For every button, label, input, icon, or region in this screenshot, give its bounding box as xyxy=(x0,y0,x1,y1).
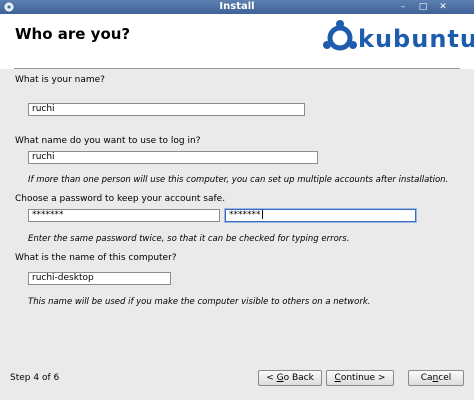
computer-name-hint: This name will be used if you make the c… xyxy=(28,297,371,307)
text-caret xyxy=(261,210,263,219)
back-mnemonic: G xyxy=(276,373,284,383)
title-bar[interactable]: Install – □ ✕ xyxy=(0,0,474,14)
kubuntu-logo-icon xyxy=(323,20,357,51)
step-indicator: Step 4 of 6 xyxy=(10,373,60,383)
login-field[interactable]: ruchi xyxy=(28,151,318,164)
minimize-button[interactable]: – xyxy=(398,2,408,12)
computer-name-label: What is the name of this computer? xyxy=(15,253,177,263)
cancel-label-start: Ca xyxy=(420,373,433,383)
password-field[interactable]: ******* xyxy=(28,209,220,222)
maximize-button[interactable]: □ xyxy=(418,2,428,12)
page-title: Who are you? xyxy=(15,25,131,43)
password-label: Choose a password to keep your account s… xyxy=(15,194,226,204)
password-confirm-text: ******* xyxy=(229,210,261,220)
close-button[interactable]: ✕ xyxy=(438,2,448,12)
go-back-button[interactable]: < Go Back xyxy=(258,370,322,386)
back-label: o Back xyxy=(283,373,314,383)
continue-button[interactable]: Continue > xyxy=(326,370,394,386)
password-confirm-field[interactable]: ******* xyxy=(225,209,416,222)
computer-name-field[interactable]: ruchi-desktop xyxy=(28,272,171,285)
name-label: What is your name? xyxy=(15,75,105,85)
continue-label: ontinue xyxy=(340,373,376,383)
cancel-button[interactable]: Cancel xyxy=(408,370,464,386)
cancel-label-end: cel xyxy=(438,373,452,383)
name-field[interactable]: ruchi xyxy=(28,103,305,116)
header-divider xyxy=(14,68,460,69)
continue-arrow: > xyxy=(377,373,386,383)
login-hint: If more than one person will use this co… xyxy=(28,175,449,185)
password-hint: Enter the same password twice, so that i… xyxy=(28,234,350,244)
kubuntu-logo-text: kubuntu xyxy=(358,25,474,53)
back-arrow: < xyxy=(266,373,274,383)
login-label: What name do you want to use to log in? xyxy=(15,136,201,146)
